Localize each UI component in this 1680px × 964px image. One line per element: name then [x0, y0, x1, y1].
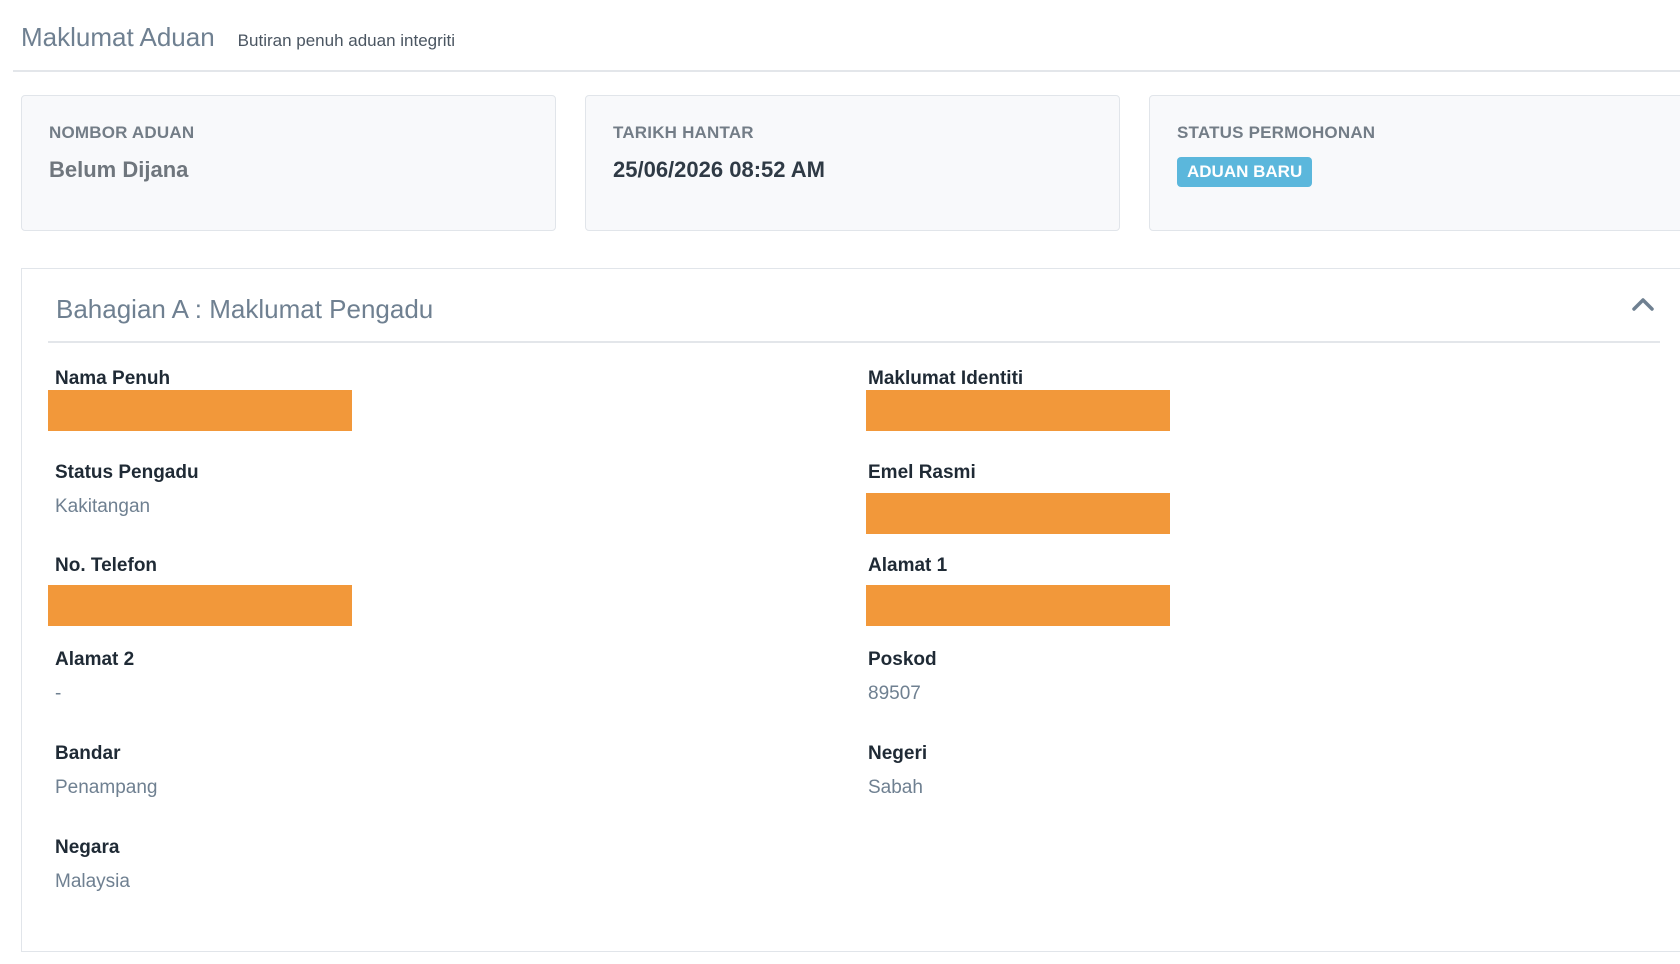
- complaint-details-page: Maklumat Aduan Butiran penuh aduan integ…: [0, 0, 1680, 964]
- postcode-value: 89507: [868, 683, 921, 704]
- collapse-section-button[interactable]: [1628, 289, 1658, 319]
- page-subtitle: Butiran penuh aduan integriti: [237, 31, 456, 50]
- identity-redacted: [866, 390, 1170, 431]
- official-email-redacted: [866, 493, 1170, 534]
- submit-date-value: 25/06/2026 08:52 AM: [613, 157, 825, 182]
- state-field: Negeri Sabah: [868, 743, 927, 799]
- complaint-number-value: Belum Dijana: [49, 157, 189, 182]
- country-field: Negara Malaysia: [55, 837, 130, 893]
- address-1-label: Alamat 1: [868, 555, 948, 576]
- chevron-up-icon: [1632, 298, 1654, 311]
- complainant-status-value: Kakitangan: [55, 496, 151, 517]
- section-a-panel: Bahagian A : Maklumat Pengadu Nama Penuh…: [21, 268, 1680, 952]
- country-label: Negara: [55, 837, 120, 858]
- section-a-title: Bahagian A : Maklumat Pengadu: [56, 294, 434, 324]
- complainant-status-label: Status Pengadu: [55, 462, 199, 483]
- official-email-field: Emel Rasmi: [868, 462, 976, 484]
- city-label: Bandar: [55, 743, 121, 764]
- complaint-number-card: NOMBOR ADUAN Belum Dijana: [21, 95, 556, 231]
- state-label: Negeri: [868, 743, 928, 764]
- city-field: Bandar Penampang: [55, 743, 157, 799]
- address-2-value: -: [55, 683, 62, 704]
- phone-redacted: [48, 585, 352, 626]
- identity-field: Maklumat Identiti: [868, 368, 1023, 390]
- status-badge: ADUAN BARU: [1177, 157, 1313, 187]
- application-status-label: STATUS PERMOHONAN: [1177, 123, 1376, 142]
- address-2-field: Alamat 2 -: [55, 649, 134, 705]
- phone-field: No. Telefon: [55, 555, 157, 577]
- full-name-label: Nama Penuh: [55, 368, 171, 389]
- postcode-label: Poskod: [868, 649, 937, 670]
- postcode-field: Poskod 89507: [868, 649, 937, 705]
- country-value: Malaysia: [55, 871, 130, 892]
- full-name-redacted: [48, 390, 352, 431]
- page-title: Maklumat Aduan: [21, 22, 215, 52]
- address-1-redacted: [866, 585, 1170, 626]
- state-value: Sabah: [868, 777, 923, 798]
- phone-label: No. Telefon: [55, 555, 158, 576]
- address-1-field: Alamat 1: [868, 555, 947, 577]
- full-name-field: Nama Penuh: [55, 368, 170, 390]
- application-status-card: STATUS PERMOHONAN ADUAN BARU: [1149, 95, 1680, 231]
- address-2-label: Alamat 2: [55, 649, 135, 670]
- page-header: Maklumat Aduan Butiran penuh aduan integ…: [13, 0, 1680, 72]
- identity-label: Maklumat Identiti: [868, 368, 1024, 389]
- official-email-label: Emel Rasmi: [868, 462, 976, 483]
- complainant-status-field: Status Pengadu Kakitangan: [55, 462, 199, 518]
- complaint-number-label: NOMBOR ADUAN: [49, 123, 195, 142]
- submit-date-card: TARIKH HANTAR 25/06/2026 08:52 AM: [585, 95, 1120, 231]
- submit-date-label: TARIKH HANTAR: [613, 123, 754, 142]
- section-a-header: Bahagian A : Maklumat Pengadu: [48, 269, 1660, 343]
- city-value: Penampang: [55, 777, 158, 798]
